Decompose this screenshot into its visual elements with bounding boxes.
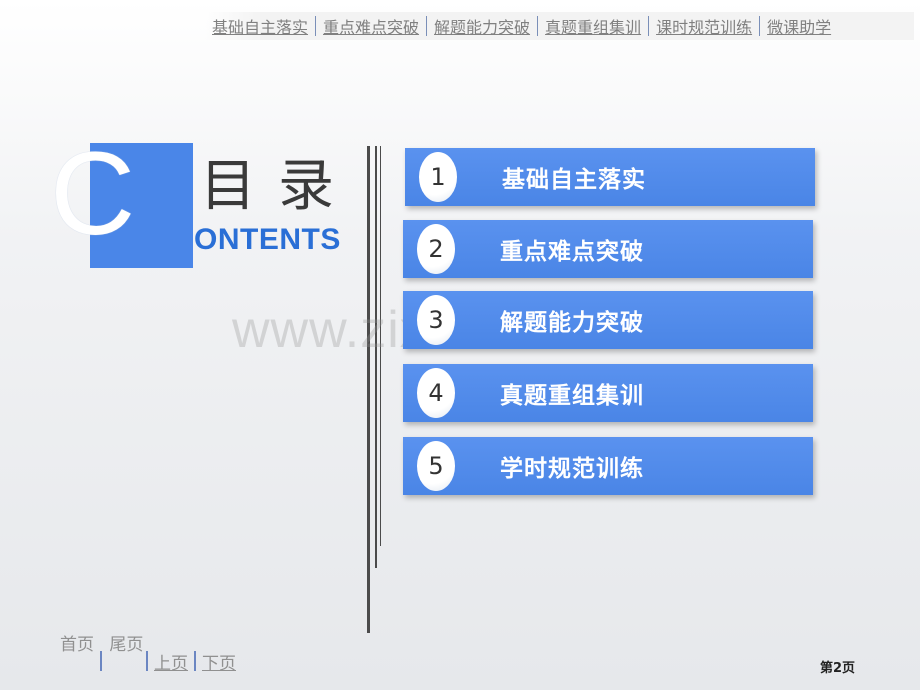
menu-item-number: 5 — [417, 441, 455, 491]
menu-item-3[interactable]: 3 解题能力突破 — [403, 291, 813, 349]
nav-problem-solving[interactable]: 解题能力突破 — [427, 14, 537, 38]
nav-lesson-training[interactable]: 课时规范训练 — [649, 14, 759, 38]
page-title: 目录 — [200, 154, 356, 219]
nav-micro-lesson[interactable]: 微课助学 — [760, 14, 838, 38]
nav-key-difficult-points[interactable]: 重点难点突破 — [316, 14, 426, 38]
footer-divider — [100, 651, 102, 671]
top-nav: 基础自主落实 重点难点突破 解题能力突破 真题重组集训 课时规范训练 微课助学 — [205, 12, 914, 40]
menu-item-number: 3 — [417, 295, 455, 345]
menu-item-label: 解题能力突破 — [500, 310, 644, 336]
menu-item-label: 重点难点突破 — [500, 239, 644, 265]
nav-real-exam-training[interactable]: 真题重组集训 — [538, 14, 648, 38]
first-page-button[interactable]: 首页 — [60, 635, 94, 655]
prev-page-button[interactable]: 上页 — [148, 649, 194, 674]
page-number: 第2页 — [820, 661, 856, 676]
menu-item-4[interactable]: 4 真题重组集训 — [403, 364, 813, 422]
menu-item-number: 4 — [417, 368, 455, 418]
menu-item-5[interactable]: 5 学时规范训练 — [403, 437, 813, 495]
logo-letter: C — [50, 128, 136, 260]
next-page-button[interactable]: 下页 — [196, 649, 242, 674]
menu-item-number: 2 — [417, 224, 455, 274]
menu-item-1[interactable]: 1 基础自主落实 — [405, 148, 815, 206]
divider-line — [367, 146, 370, 633]
menu-item-label: 真题重组集训 — [500, 383, 644, 409]
menu-item-label: 基础自主落实 — [502, 167, 646, 193]
menu-item-number: 1 — [419, 152, 457, 202]
page-subtitle: ONTENTS — [194, 223, 341, 256]
nav-basic-self-study[interactable]: 基础自主落实 — [205, 14, 315, 38]
menu-item-label: 学时规范训练 — [500, 456, 644, 482]
menu-item-2[interactable]: 2 重点难点突破 — [403, 220, 813, 278]
footer-nav: 上页 下页 — [100, 649, 242, 674]
